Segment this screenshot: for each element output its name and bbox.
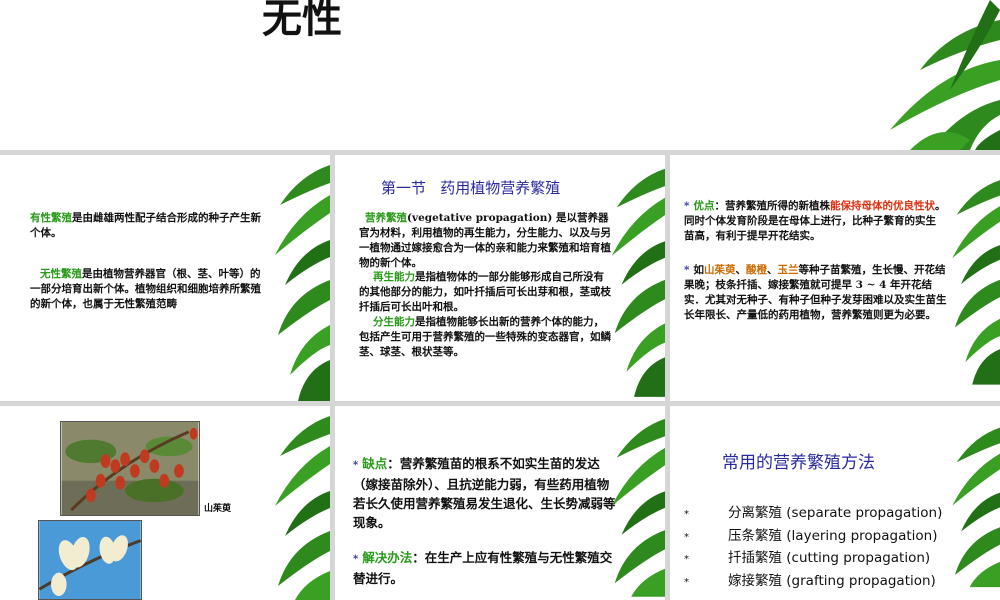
- plant-name: 山茱萸: [704, 264, 736, 276]
- top-slide: 无性: [0, 0, 1000, 150]
- regeneration-ability-definition: 再生能力是指植物体的一部分能够形成自己所没有的其他部分的能力，如叶扦插后可长出芽…: [359, 270, 614, 315]
- term-vegetative-propagation: 营养繁殖: [365, 212, 407, 224]
- examples-bullet: * 如山茱萸、酸橙、玉兰等种子苗繁殖，生长慢、开花结果晚；枝条扦插、嫁接繁殖就可提…: [684, 263, 952, 323]
- text: 、: [735, 264, 747, 276]
- term-regeneration-ability: 再生能力: [373, 271, 415, 283]
- cornus-fruit-photo: [60, 421, 200, 516]
- term-sexual-reproduction: 有性繁殖: [30, 212, 72, 224]
- slide-panel-6: 常用的营养繁殖方法 * 分离繁殖 (separate propagation) *…: [670, 406, 1000, 600]
- list-item: * 扦插繁殖 (cutting propagation): [684, 550, 931, 566]
- label-solution: 解决办法: [362, 550, 413, 565]
- bamboo-decoration: [952, 180, 1000, 385]
- text: 如: [693, 264, 705, 276]
- list-item: * 分离繁殖 (separate propagation): [684, 505, 943, 521]
- slide-panel-4: 山茱萸: [0, 406, 330, 600]
- vegetative-propagation-definition: 营养繁殖(vegetative propagation) 是以营养器官为材料，利…: [359, 211, 614, 271]
- label-disadvantages: 缺点: [362, 456, 388, 471]
- advantages-bullet: * 优点：营养繁殖所得的新植株能保持母体的优良性状。同时个体发育阶段是在母体上进行…: [684, 199, 946, 244]
- text: ：营养繁殖苗的根系不如实生苗的发达（嫁接苗除外）、且抗逆能力弱，有些药用植物若长…: [353, 456, 616, 530]
- text: ：营养繁殖所得的新植株: [714, 200, 831, 212]
- method-label: 分离繁殖 (separate propagation): [728, 505, 943, 521]
- slide-panel-5: * 缺点：营养繁殖苗的根系不如实生苗的发达（嫁接苗除外）、且抗逆能力弱，有些药用植…: [335, 406, 665, 600]
- solution-bullet: * 解决办法：在生产上应有性繁殖与无性繁殖交替进行。: [353, 548, 618, 588]
- bamboo-decoration: [952, 427, 1000, 588]
- list-item: * 压条繁殖 (layering propagation): [684, 527, 938, 544]
- slide-panel-2: 第一节 药用植物营养繁殖 营养繁殖(vegetative propagation…: [335, 155, 665, 401]
- bamboo-decoration: [611, 418, 665, 597]
- sexual-reproduction-definition: 有性繁殖是由雌雄两性配子结合形成的种子产生新个体。: [30, 211, 270, 241]
- bullet-icon: *: [353, 460, 359, 471]
- section-title: 第一节 药用植物营养繁殖: [381, 179, 561, 197]
- top-slide-title: 无性: [262, 0, 342, 42]
- bullet-icon: *: [684, 200, 690, 212]
- bullet-icon: *: [684, 264, 690, 276]
- plant-name: 玉兰: [777, 264, 799, 276]
- text: 、: [767, 264, 778, 276]
- label-advantages: 优点: [693, 200, 715, 212]
- magnolia-flower-photo: [38, 520, 142, 600]
- bamboo-decoration-top: [890, 0, 1000, 150]
- slide-panel-1: 有性繁殖是由雌雄两性配子结合形成的种子产生新个体。 无性繁殖是由植物营养器官（根…: [0, 155, 330, 401]
- methods-list: * 分离繁殖 (separate propagation) * 压条繁殖 (laye…: [684, 503, 974, 593]
- bamboo-decoration: [611, 168, 665, 397]
- method-label: 扦插繁殖 (cutting propagation): [728, 550, 931, 566]
- asexual-reproduction-definition: 无性繁殖是由植物营养器官（根、茎、叶等）的一部分培育出新个体。植物组织和细胞培养…: [30, 267, 270, 312]
- slide-panel-3: * 优点：营养繁殖所得的新植株能保持母体的优良性状。同时个体发育阶段是在母体上进行…: [670, 155, 1000, 401]
- meristematic-ability-definition: 分生能力是指植物能够长出新的营养个体的能力，包括产生可用于营养繁殖的一些特殊的变…: [359, 315, 614, 360]
- disadvantages-bullet: * 缺点：营养繁殖苗的根系不如实生苗的发达（嫁接苗除外）、且抗逆能力弱，有些药用植…: [353, 454, 618, 532]
- plant-name: 酸橙: [746, 264, 767, 276]
- method-label: 嫁接繁殖 (grafting propagation): [728, 572, 936, 589]
- photo-caption: 山茱萸: [204, 504, 232, 514]
- bamboo-decoration: [275, 165, 330, 401]
- highlight-keeps-traits: 能保持母体的优良性状: [830, 200, 935, 212]
- methods-title: 常用的营养繁殖方法: [722, 453, 875, 473]
- term-meristematic-ability: 分生能力: [373, 316, 415, 328]
- list-item: * 嫁接繁殖 (grafting propagation): [684, 572, 936, 589]
- term-asexual-reproduction: 无性繁殖: [40, 268, 82, 280]
- method-label: 压条繁殖 (layering propagation): [728, 527, 938, 544]
- bamboo-decoration: [275, 416, 330, 600]
- bullet-icon: *: [353, 554, 359, 565]
